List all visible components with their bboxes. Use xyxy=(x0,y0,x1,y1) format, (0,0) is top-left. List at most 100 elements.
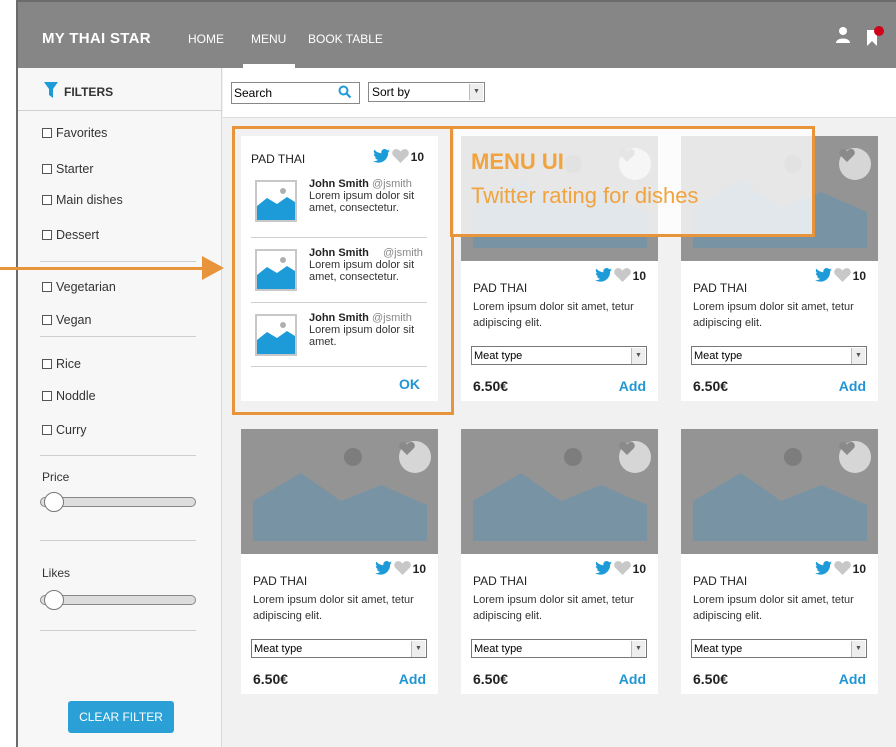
twitter-icon[interactable] xyxy=(594,560,612,578)
nav-menu[interactable]: MENU xyxy=(251,32,286,46)
filter-favorites[interactable]: Favorites xyxy=(42,126,107,140)
dish-description: Lorem ipsum dolor sit amet, tetur adipis… xyxy=(473,301,634,329)
clear-filter-button[interactable]: CLEAR FILTER xyxy=(68,701,174,733)
filters-title: FILTERS xyxy=(64,84,114,99)
twitter-icon[interactable] xyxy=(594,267,612,285)
heart-icon[interactable] xyxy=(393,560,411,578)
dish-description: Lorem ipsum dolor sit amet, tetur adipis… xyxy=(253,594,414,622)
favorite-button[interactable] xyxy=(839,148,871,180)
heart-icon[interactable] xyxy=(613,267,631,285)
filter-sidebar: FILTERS Favorites Starter Main dishes De… xyxy=(18,68,222,747)
filter-noddle[interactable]: Noddle xyxy=(42,389,96,403)
chevron-down-icon: ▼ xyxy=(851,641,865,657)
meat-type-dropdown[interactable]: Meat type ▼ xyxy=(691,639,867,658)
nav-home[interactable]: HOME xyxy=(188,32,224,46)
dish-card: PAD THAI 10 Lorem ipsum dolor sit amet, … xyxy=(681,429,878,694)
likes-slider-handle[interactable] xyxy=(44,590,64,610)
dish-card: PAD THAI 10 Lorem ipsum dolor sit amet, … xyxy=(241,429,438,694)
chevron-down-icon: ▼ xyxy=(631,348,645,364)
divider xyxy=(40,336,196,337)
meat-type-label: Meat type xyxy=(474,350,523,362)
price-slider-handle[interactable] xyxy=(44,492,64,512)
favorite-button[interactable] xyxy=(839,441,871,473)
checkbox[interactable] xyxy=(42,359,52,369)
annotation-panel: MENU UI Twitter rating for dishes xyxy=(450,126,815,237)
heart-icon[interactable] xyxy=(833,267,851,285)
twitter-icon[interactable] xyxy=(374,560,392,578)
heart-icon[interactable] xyxy=(613,560,631,578)
dish-image xyxy=(241,429,438,554)
sort-label: Sort by xyxy=(372,85,411,99)
checkbox[interactable] xyxy=(42,425,52,435)
search-input[interactable] xyxy=(234,86,334,100)
meat-type-dropdown[interactable]: Meat type ▼ xyxy=(471,346,647,365)
filter-main-dishes[interactable]: Main dishes xyxy=(42,193,123,207)
dish-rating: 10 xyxy=(814,560,866,578)
filter-label: Main dishes xyxy=(56,193,123,207)
divider xyxy=(40,630,196,631)
annotation-arrow-line xyxy=(0,267,210,270)
annotation-highlight-box xyxy=(232,126,454,415)
sort-dropdown[interactable]: Sort by ▼ xyxy=(368,82,485,102)
top-navbar: MY THAI STAR HOME MENU BOOK TABLE xyxy=(18,2,896,68)
dish-rating: 10 xyxy=(594,560,646,578)
meat-type-label: Meat type xyxy=(694,350,743,362)
app-window: MY THAI STAR HOME MENU BOOK TABLE FILTER… xyxy=(16,0,896,747)
brand-logo[interactable]: MY THAI STAR xyxy=(42,30,151,47)
favorite-button[interactable] xyxy=(399,441,431,473)
dish-name: PAD THAI xyxy=(473,574,528,588)
checkbox[interactable] xyxy=(42,164,52,174)
heart-icon[interactable] xyxy=(833,560,851,578)
nav-book-table[interactable]: BOOK TABLE xyxy=(308,32,383,46)
bookmark-icon[interactable] xyxy=(865,26,885,53)
checkbox[interactable] xyxy=(42,195,52,205)
arrow-right-icon xyxy=(202,256,224,280)
filter-label: Vegan xyxy=(56,313,92,327)
dish-price: 6.50€ xyxy=(473,378,509,394)
dish-rating: 10 xyxy=(374,560,426,578)
filters-header: FILTERS xyxy=(44,82,113,101)
filter-starter[interactable]: Starter xyxy=(42,162,94,176)
search-icon[interactable] xyxy=(338,85,352,104)
checkbox[interactable] xyxy=(42,128,52,138)
likes-label: Likes xyxy=(42,566,71,580)
add-button[interactable]: Add xyxy=(399,671,426,687)
checkbox[interactable] xyxy=(42,391,52,401)
checkbox[interactable] xyxy=(42,315,52,325)
twitter-icon[interactable] xyxy=(814,560,832,578)
add-button[interactable]: Add xyxy=(839,378,866,394)
twitter-icon[interactable] xyxy=(814,267,832,285)
chevron-down-icon: ▼ xyxy=(469,84,483,100)
add-button[interactable]: Add xyxy=(619,671,646,687)
price-label: Price xyxy=(42,470,70,484)
checkbox[interactable] xyxy=(42,230,52,240)
search-box[interactable] xyxy=(231,82,360,104)
filter-vegetarian[interactable]: Vegetarian xyxy=(42,280,116,294)
dish-price: 6.50€ xyxy=(253,671,289,687)
filter-vegan[interactable]: Vegan xyxy=(42,313,91,327)
checkbox[interactable] xyxy=(42,282,52,292)
filter-rice[interactable]: Rice xyxy=(42,357,81,371)
dish-image xyxy=(461,429,658,554)
dish-card: PAD THAI 10 Lorem ipsum dolor sit amet, … xyxy=(461,429,658,694)
chevron-down-icon: ▼ xyxy=(851,348,865,364)
filter-label: Vegetarian xyxy=(56,280,116,294)
user-icon[interactable] xyxy=(836,27,850,48)
filter-dessert[interactable]: Dessert xyxy=(42,228,99,242)
dish-price: 6.50€ xyxy=(473,671,509,687)
likes-count: 10 xyxy=(412,562,426,576)
add-button[interactable]: Add xyxy=(839,671,866,687)
filter-curry[interactable]: Curry xyxy=(42,423,87,437)
dish-description: Lorem ipsum dolor sit amet, tetur adipis… xyxy=(473,594,634,622)
likes-count: 10 xyxy=(852,269,866,283)
filter-label: Rice xyxy=(56,357,82,371)
favorite-button[interactable] xyxy=(619,441,651,473)
add-button[interactable]: Add xyxy=(619,378,646,394)
dish-image xyxy=(681,429,878,554)
likes-count: 10 xyxy=(632,269,646,283)
meat-type-dropdown[interactable]: Meat type ▼ xyxy=(471,639,647,658)
meat-type-label: Meat type xyxy=(474,643,523,655)
meat-type-dropdown[interactable]: Meat type ▼ xyxy=(691,346,867,365)
meat-type-dropdown[interactable]: Meat type ▼ xyxy=(251,639,427,658)
dish-description: Lorem ipsum dolor sit amet, tetur adipis… xyxy=(693,301,854,329)
